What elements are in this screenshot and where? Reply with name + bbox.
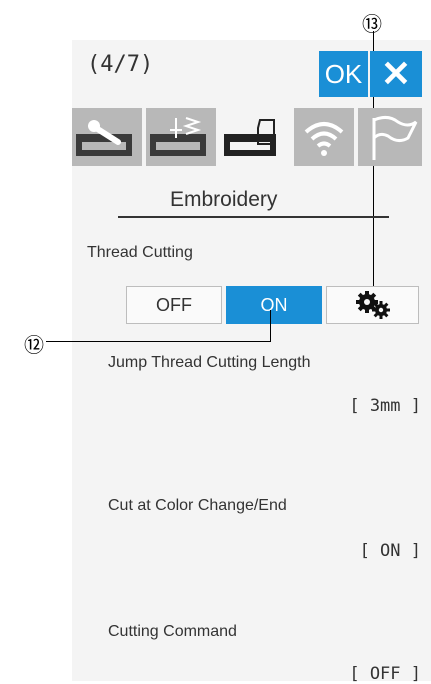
cut-at-color-change-label: Cut at Color Change/End [108, 497, 287, 514]
callout-12-line-v [270, 310, 271, 342]
callout-12-line-h [46, 341, 271, 342]
stitch-machine-icon [150, 117, 206, 156]
tab-embroidery[interactable] [220, 108, 290, 166]
section-divider [118, 216, 389, 218]
gears-icon [355, 291, 390, 319]
page-indicator: (4/7) [87, 52, 154, 77]
callout-13: ⑬ [362, 14, 382, 36]
tab-general[interactable] [72, 108, 142, 166]
embroidery-machine-icon [224, 119, 276, 156]
tab-language[interactable] [358, 108, 422, 166]
wrench-machine-icon [76, 120, 132, 156]
thread-cutting-on-button[interactable]: ON [226, 286, 322, 324]
cutting-command-value[interactable]: [ OFF ] [349, 664, 421, 684]
tab-wireless[interactable] [294, 108, 354, 166]
thread-cutting-settings-button[interactable] [326, 286, 419, 324]
close-button[interactable]: ✕ [370, 51, 422, 97]
tab-sewing[interactable] [146, 108, 216, 166]
section-title: Embroidery [170, 188, 278, 211]
flag-icon [372, 115, 418, 160]
thread-cutting-off-button[interactable]: OFF [126, 286, 222, 324]
callout-12: ⑫ [24, 335, 44, 357]
jump-thread-cutting-length-value[interactable]: [ 3mm ] [349, 396, 421, 416]
cutting-command-label: Cutting Command [108, 623, 237, 640]
cut-at-color-change-value[interactable]: [ ON ] [360, 541, 421, 561]
wifi-icon [304, 122, 344, 156]
thread-cutting-label: Thread Cutting [87, 244, 193, 261]
ok-button[interactable]: OK [319, 51, 368, 97]
jump-thread-cutting-length-label: Jump Thread Cutting Length [108, 354, 311, 371]
